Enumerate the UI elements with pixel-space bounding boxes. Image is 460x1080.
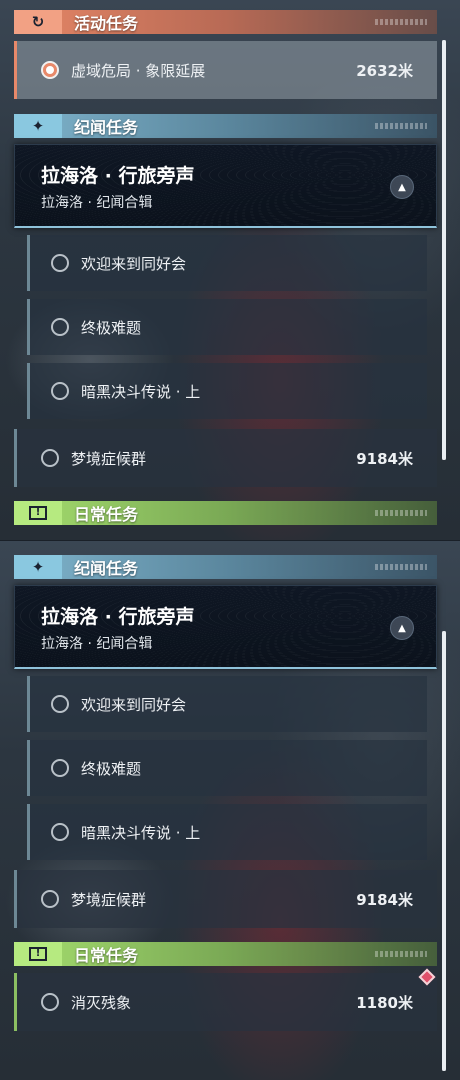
chapter-title: 拉海洛 · 行旅旁声 [41,606,195,628]
quest-row-event[interactable]: 虚域危局 · 象限延展 2632米 [14,41,437,99]
exclamation-icon: ! [14,501,62,525]
quest-name: 消灭残象 [71,993,132,1012]
scrollbar[interactable] [442,631,446,1071]
quest-name: 暗黑决斗传说 · 上 [81,382,201,401]
selected-radio-icon[interactable] [41,61,59,79]
category-header-story[interactable]: ✦ 纪闻任务 [14,114,437,138]
radio-icon[interactable] [51,695,69,713]
exclamation-icon: ! [14,942,62,966]
sparkle-icon: ✦ [14,114,62,138]
radio-icon[interactable] [51,759,69,777]
chapter-card[interactable]: 拉海洛 · 行旅旁声 拉海洛 · 纪闻合辑 ▲ [14,144,437,228]
quest-list-panel-bottom: ✦ 纪闻任务 拉海洛 · 行旅旁声 拉海洛 · 纪闻合辑 ▲ 欢迎来到同好会 终… [0,540,460,1080]
quest-row-dream[interactable]: 梦境症候群 9184米 [14,429,437,487]
quest-list-panel-top: ↻ 活动任务 虚域危局 · 象限延展 2632米 ✦ 纪闻任务 拉海洛 · 行旅… [0,0,460,540]
quest-name: 终极难题 [81,759,142,778]
scrollbar[interactable] [442,40,446,460]
category-header-daily[interactable]: ! 日常任务 [14,501,437,525]
quest-name: 梦境症候群 [71,449,147,468]
category-title: 纪闻任务 [74,559,139,578]
category-header-event[interactable]: ↻ 活动任务 [14,10,437,34]
chapter-card[interactable]: 拉海洛 · 行旅旁声 拉海洛 · 纪闻合辑 ▲ [14,585,437,669]
quest-distance: 9184米 [356,449,413,468]
quest-distance: 2632米 [356,61,413,80]
radio-icon[interactable] [51,823,69,841]
quest-name: 欢迎来到同好会 [81,254,187,273]
category-header-daily[interactable]: ! 日常任务 [14,942,437,966]
radio-icon[interactable] [41,890,59,908]
chapter-subtitle: 拉海洛 · 纪闻合辑 [41,636,153,652]
collapse-chevron-icon[interactable]: ▲ [390,175,414,199]
scrollbar-thumb[interactable] [442,40,446,460]
quest-distance: 1180米 [356,993,413,1012]
sparkle-icon: ✦ [14,555,62,579]
quest-name: 虚域危局 · 象限延展 [71,61,206,80]
category-header-story[interactable]: ✦ 纪闻任务 [14,555,437,579]
radio-icon[interactable] [51,318,69,336]
quest-name: 终极难题 [81,318,142,337]
sub-quest-item[interactable]: 欢迎来到同好会 [27,235,427,291]
chapter-subtitle: 拉海洛 · 纪闻合辑 [41,195,153,211]
header-decoration [375,19,427,25]
header-decoration [375,123,427,129]
chapter-title: 拉海洛 · 行旅旁声 [41,165,195,187]
quest-name: 暗黑决斗传说 · 上 [81,823,201,842]
header-decoration [375,564,427,570]
category-title: 活动任务 [74,14,139,33]
radio-icon[interactable] [51,254,69,272]
category-title: 纪闻任务 [74,118,139,137]
sub-quest-item[interactable]: 暗黑决斗传说 · 上 [27,804,427,860]
sub-quest-item[interactable]: 终极难题 [27,740,427,796]
quest-row-dream[interactable]: 梦境症候群 9184米 [14,870,437,928]
quest-name: 欢迎来到同好会 [81,695,187,714]
sub-quest-item[interactable]: 暗黑决斗传说 · 上 [27,363,427,419]
header-decoration [375,951,427,957]
radio-icon[interactable] [51,382,69,400]
radio-icon[interactable] [41,449,59,467]
category-title: 日常任务 [74,505,139,524]
quest-row-daily[interactable]: 消灭残象 1180米 [14,973,437,1031]
collapse-chevron-icon[interactable]: ▲ [390,616,414,640]
quest-distance: 9184米 [356,890,413,909]
radio-icon[interactable] [41,993,59,1011]
sub-quest-item[interactable]: 欢迎来到同好会 [27,676,427,732]
event-icon: ↻ [14,10,62,34]
header-decoration [375,510,427,516]
sub-quest-item[interactable]: 终极难题 [27,299,427,355]
scrollbar-thumb[interactable] [442,631,446,1071]
quest-name: 梦境症候群 [71,890,147,909]
category-title: 日常任务 [74,946,139,965]
